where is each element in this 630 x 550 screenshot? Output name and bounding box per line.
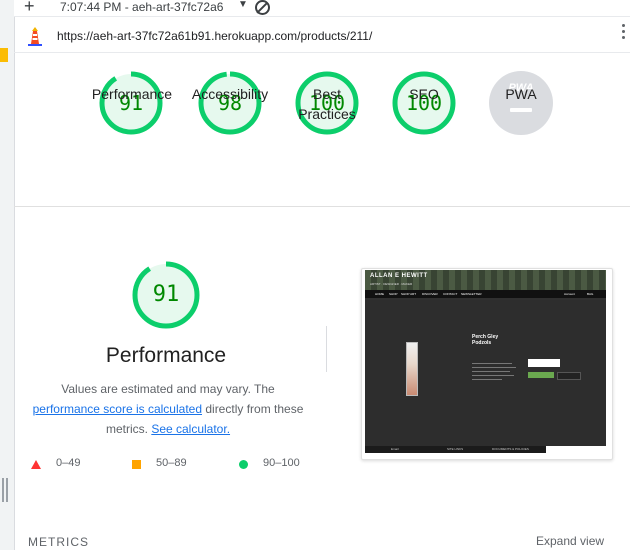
pass-circle-icon bbox=[239, 460, 248, 469]
screenshot-account: Account bbox=[564, 292, 575, 296]
gauge-label-accessibility: Accessibility bbox=[191, 86, 269, 102]
legend-fail: 0–49 bbox=[56, 457, 81, 469]
screenshot-quantity bbox=[528, 359, 560, 367]
tab-title[interactable]: 7:07:44 PM - aeh-art-37fc72a6 bbox=[60, 0, 223, 14]
screenshot-nav: HOME SHOP SHOP ART DISCOVER CONTACT NEWS… bbox=[365, 290, 606, 298]
screenshot-nav-item: DISCOVER bbox=[422, 292, 438, 296]
expand-view-button[interactable]: Expand view bbox=[536, 534, 604, 548]
performance-score-link[interactable]: performance score is calculated bbox=[33, 402, 202, 416]
block-icon[interactable] bbox=[255, 0, 270, 15]
resize-grip[interactable] bbox=[2, 478, 8, 502]
screenshot-nav-item: CONTACT bbox=[443, 292, 458, 296]
fail-triangle-icon bbox=[31, 460, 41, 469]
performance-title: Performance bbox=[105, 344, 227, 367]
screenshot-footer-item: DOCUMENTS & POLICIES bbox=[492, 447, 529, 451]
screenshot-secondary-button bbox=[557, 372, 581, 380]
screenshot-footer-item: SITE LINKS bbox=[447, 447, 464, 451]
performance-score: 91 bbox=[152, 282, 180, 307]
legend-pass: 90–100 bbox=[263, 457, 300, 469]
see-calculator-link[interactable]: See calculator. bbox=[151, 422, 230, 436]
side-highlight-mark bbox=[0, 48, 8, 62]
screenshot-nav-item: SHOP ART bbox=[401, 292, 417, 296]
screenshot-bag: BAG bbox=[587, 292, 594, 296]
lighthouse-icon bbox=[28, 27, 42, 46]
side-panel-strip bbox=[0, 0, 15, 550]
average-square-icon bbox=[132, 460, 141, 469]
performance-description: Values are estimated and may vary. The p… bbox=[28, 379, 308, 439]
screenshot-footer-item: Email bbox=[391, 447, 399, 451]
gauge-label-best-practices: Best Practices bbox=[298, 86, 356, 122]
screenshot-artwork bbox=[406, 342, 418, 396]
screenshot-tagline: ARTIST · DESIGNER · MAKER bbox=[370, 282, 413, 286]
more-options-icon[interactable] bbox=[622, 24, 626, 42]
screenshot-nav-item: SHOP bbox=[389, 292, 398, 296]
gauge-label-pwa: PWA bbox=[505, 86, 537, 102]
gauge-label-performance: Performance bbox=[91, 86, 173, 102]
screenshot-nav-item: HOME bbox=[375, 292, 384, 296]
vertical-divider bbox=[326, 326, 327, 372]
legend-average: 50–89 bbox=[156, 457, 187, 469]
screenshot-add-button bbox=[528, 372, 554, 378]
metrics-heading: METRICS bbox=[28, 535, 89, 549]
tab-dropdown-icon[interactable]: ▼ bbox=[238, 0, 248, 10]
final-screenshot[interactable]: ALLAN E HEWITT ARTIST · DESIGNER · MAKER… bbox=[365, 270, 606, 453]
section-divider bbox=[14, 206, 630, 207]
url-text[interactable]: https://aeh-art-37fc72a61b91.herokuapp.c… bbox=[57, 29, 372, 43]
tab-bar: + 7:07:44 PM - aeh-art-37fc72a6 ▼ bbox=[14, 0, 630, 17]
screenshot-brand: ALLAN E HEWITT bbox=[370, 273, 428, 279]
desc-text-1: Values are estimated and may vary. The bbox=[61, 382, 275, 396]
screenshot-product-title: Perch Gley Podzols bbox=[472, 334, 499, 346]
new-tab-icon[interactable]: + bbox=[24, 0, 35, 17]
screenshot-nav-item: NEWSLETTER bbox=[461, 292, 482, 296]
url-bar: https://aeh-art-37fc72a61b91.herokuapp.c… bbox=[14, 18, 630, 53]
gauge-label-seo: SEO bbox=[409, 86, 439, 102]
screenshot-product-text bbox=[472, 363, 517, 383]
screenshot-footer-white bbox=[546, 446, 606, 453]
